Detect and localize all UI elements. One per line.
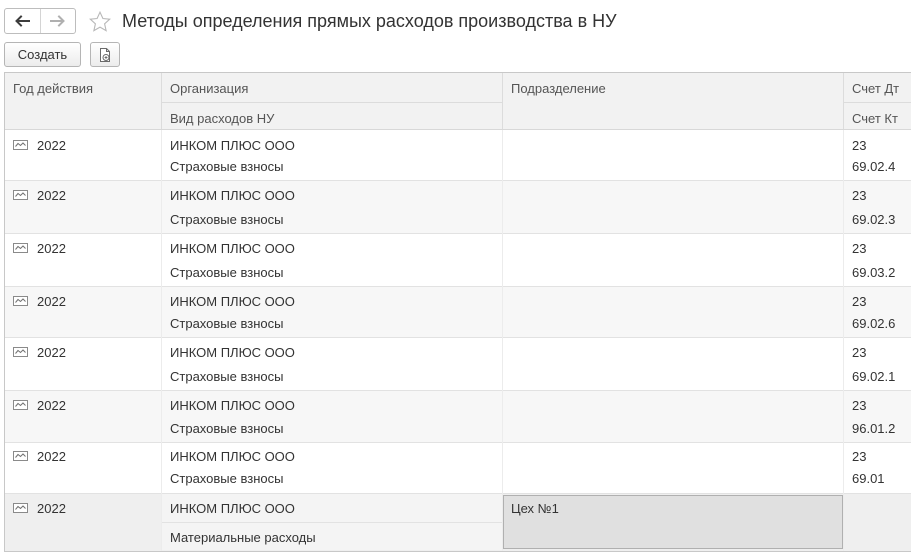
table-row[interactable]: 2022 ИНКОМ ПЛЮС ООО Страховые взносы 23 … xyxy=(5,287,911,338)
title-bar: Методы определения прямых расходов произ… xyxy=(0,0,911,40)
table-header: Год действия Организация Вид расходов НУ… xyxy=(5,73,911,130)
cell-account-kt: 96.01.2 xyxy=(852,421,896,436)
header-department[interactable]: Подразделение xyxy=(511,81,606,96)
table-row-selected[interactable]: 2022 ИНКОМ ПЛЮС ООО Материальные расходы… xyxy=(5,494,911,551)
cell-organization: ИНКОМ ПЛЮС ООО xyxy=(170,345,295,360)
header-divider xyxy=(161,73,162,129)
record-icon xyxy=(13,243,28,253)
record-icon xyxy=(13,347,28,357)
table-row[interactable]: 2022 ИНКОМ ПЛЮС ООО Страховые взносы 23 … xyxy=(5,443,911,494)
cell-organization: ИНКОМ ПЛЮС ООО xyxy=(170,449,295,464)
cell-account-kt: 69.02.4 xyxy=(852,159,896,174)
back-button[interactable] xyxy=(5,9,40,33)
record-icon xyxy=(13,296,28,306)
copy-button[interactable] xyxy=(90,42,120,67)
table-row[interactable]: 2022 ИНКОМ ПЛЮС ООО Страховые взносы 23 … xyxy=(5,338,911,391)
cell-account-kt: 69.03.2 xyxy=(852,265,896,280)
copy-document-icon xyxy=(100,47,110,62)
header-account-dt[interactable]: Счет Дт xyxy=(852,81,899,96)
cell-expense-kind: Страховые взносы xyxy=(170,265,284,280)
cell-organization: ИНКОМ ПЛЮС ООО xyxy=(170,398,295,413)
cell-year: 2022 xyxy=(37,294,66,309)
cell-expense-kind: Страховые взносы xyxy=(170,316,284,331)
header-expense-kind[interactable]: Вид расходов НУ xyxy=(170,111,274,126)
column-divider xyxy=(502,130,503,551)
record-icon xyxy=(13,451,28,461)
create-button[interactable]: Создать xyxy=(4,42,81,67)
cell-expense-kind: Страховые взносы xyxy=(170,159,284,174)
record-icon xyxy=(13,503,28,513)
cell-department: Цех №1 xyxy=(511,501,559,516)
cell-organization: ИНКОМ ПЛЮС ООО xyxy=(170,138,295,153)
favorite-star-icon[interactable] xyxy=(88,10,112,34)
cell-organization: ИНКОМ ПЛЮС ООО xyxy=(170,241,295,256)
record-icon xyxy=(13,140,28,150)
header-divider xyxy=(502,73,503,129)
cell-account-kt: 69.02.1 xyxy=(852,369,896,384)
header-account-kt[interactable]: Счет Кт xyxy=(852,111,898,126)
header-divider xyxy=(843,73,844,129)
cell-account-dt: 23 xyxy=(852,449,867,464)
record-icon xyxy=(13,190,28,200)
table-row[interactable]: 2022 ИНКОМ ПЛЮС ООО Страховые взносы 23 … xyxy=(5,130,911,181)
cell-expense-kind: Страховые взносы xyxy=(170,369,284,384)
cell-expense-kind: Страховые взносы xyxy=(170,421,284,436)
column-divider xyxy=(843,130,844,551)
cell-year: 2022 xyxy=(37,345,66,360)
cell-year: 2022 xyxy=(37,138,66,153)
cell-account-dt: 23 xyxy=(852,398,867,413)
cell-expense-kind: Страховые взносы xyxy=(170,212,284,227)
cell-expense-kind: Материальные расходы xyxy=(170,530,316,545)
table-row[interactable]: 2022 ИНКОМ ПЛЮС ООО Страховые взносы 23 … xyxy=(5,234,911,287)
cell-account-dt: 23 xyxy=(852,294,867,309)
arrow-left-icon xyxy=(15,15,31,27)
header-year[interactable]: Год действия xyxy=(13,81,93,96)
cell-year: 2022 xyxy=(37,449,66,464)
cell-year: 2022 xyxy=(37,188,66,203)
cell-account-dt: 23 xyxy=(852,138,867,153)
arrow-right-icon xyxy=(49,15,65,27)
navigation-buttons xyxy=(4,8,76,34)
header-divider xyxy=(162,102,502,103)
cell-account-kt: 69.01 xyxy=(852,471,885,486)
methods-table: Год действия Организация Вид расходов НУ… xyxy=(4,72,911,552)
cell-organization: ИНКОМ ПЛЮС ООО xyxy=(170,294,295,309)
cell-year: 2022 xyxy=(37,501,66,516)
cell-expense-kind: Страховые взносы xyxy=(170,471,284,486)
cell-organization: ИНКОМ ПЛЮС ООО xyxy=(170,188,295,203)
table-row[interactable]: 2022 ИНКОМ ПЛЮС ООО Страховые взносы 23 … xyxy=(5,391,911,443)
page-title: Методы определения прямых расходов произ… xyxy=(122,11,617,31)
cell-account-kt: 69.02.6 xyxy=(852,316,896,331)
cell-year: 2022 xyxy=(37,398,66,413)
forward-button[interactable] xyxy=(39,9,76,33)
record-icon xyxy=(13,400,28,410)
cell-account-dt: 23 xyxy=(852,241,867,256)
cell-year: 2022 xyxy=(37,241,66,256)
table-row[interactable]: 2022 ИНКОМ ПЛЮС ООО Страховые взносы 23 … xyxy=(5,181,911,234)
header-divider xyxy=(844,102,911,103)
header-organization[interactable]: Организация xyxy=(170,81,248,96)
cell-account-kt: 69.02.3 xyxy=(852,212,896,227)
column-divider xyxy=(161,130,162,551)
cell-account-dt: 23 xyxy=(852,188,867,203)
cell-organization: ИНКОМ ПЛЮС ООО xyxy=(170,501,295,516)
cell-account-dt: 23 xyxy=(852,345,867,360)
